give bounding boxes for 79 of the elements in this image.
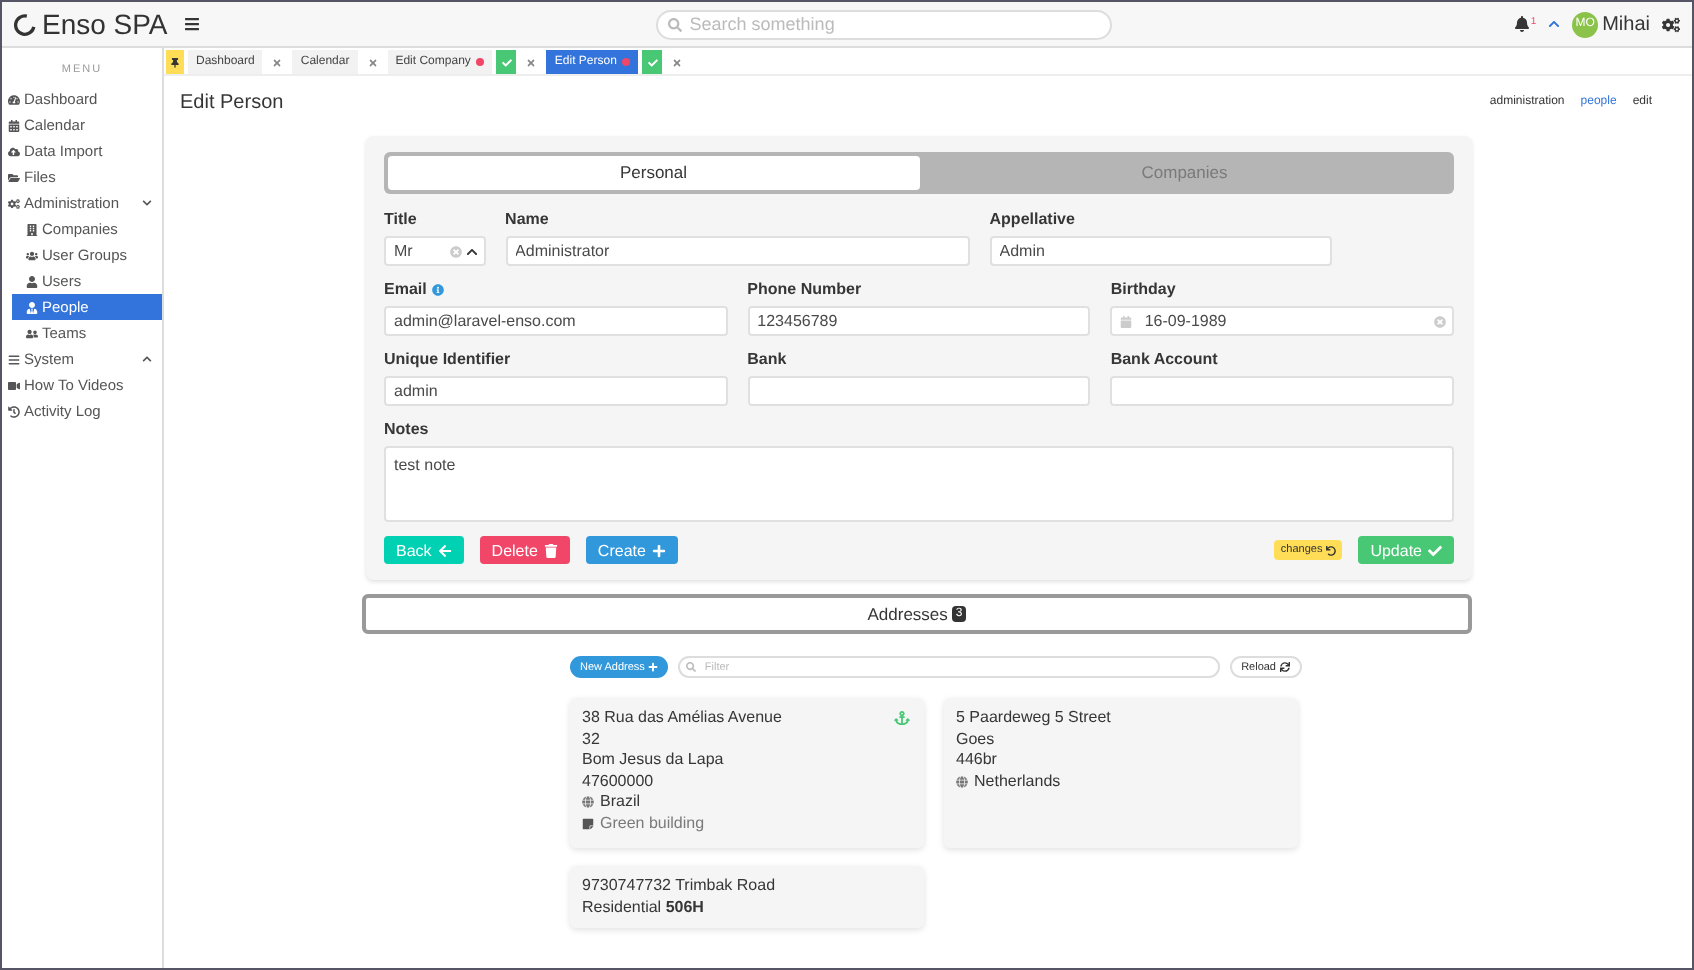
address-line: 32	[582, 729, 602, 750]
select-field[interactable]: Mr	[384, 236, 486, 266]
address-line: 38 Rua das Amélias Avenue	[582, 708, 784, 729]
input-field[interactable]: 123456789	[747, 306, 1091, 336]
menu-item-icon	[26, 327, 38, 339]
trash-icon	[543, 543, 558, 557]
menu-item-icon	[8, 119, 20, 131]
form-tab[interactable]: Personal	[388, 156, 919, 190]
menu-item-icon	[8, 379, 20, 391]
arrow-left-icon	[437, 543, 452, 557]
input-field[interactable]	[1110, 376, 1454, 406]
section-title: Addresses	[867, 604, 948, 624]
menu-item-icon	[8, 353, 20, 365]
check-icon	[647, 57, 658, 67]
menu-item-icon	[26, 249, 38, 261]
field-label: Name	[505, 210, 551, 228]
search-field[interactable]: Search something	[655, 9, 1112, 39]
field-label: Title	[384, 210, 419, 228]
address-line: Goes	[956, 729, 997, 750]
address-line: 47600000	[582, 771, 656, 792]
field-label: Bank Account	[1110, 350, 1220, 368]
field-label: Unique Identifier	[384, 350, 513, 368]
menu-icon[interactable]	[183, 16, 200, 32]
refresh-icon	[1280, 662, 1290, 672]
delete-button[interactable]: Delete	[479, 536, 570, 564]
menu-item-icon	[26, 301, 38, 313]
search-icon	[667, 17, 682, 31]
page-title: Edit Person	[180, 91, 284, 113]
menu-item-icon	[8, 93, 20, 105]
address-type-line: Residential 506H	[582, 897, 706, 918]
address-line: 5 Paardeweg 5 Street	[956, 708, 1113, 729]
field-label: Bank	[747, 350, 789, 368]
input-field[interactable]	[747, 376, 1091, 406]
close-icon[interactable]	[272, 57, 283, 67]
note-icon	[582, 817, 594, 830]
save-tab-button[interactable]	[642, 50, 663, 74]
globe-icon	[956, 775, 968, 788]
check-icon	[501, 57, 512, 67]
menu-item-icon	[8, 405, 20, 417]
field-label: Appellative	[989, 210, 1077, 228]
save-tab-button[interactable]	[496, 50, 517, 74]
menu-item-icon	[26, 275, 38, 287]
address-note: Green building	[600, 813, 705, 834]
country: Brazil	[600, 792, 641, 813]
field-label: Phone Number	[747, 280, 864, 298]
menu-item-icon	[26, 223, 38, 235]
date-field[interactable]: 16-09-1989	[1110, 306, 1454, 336]
notes-field[interactable]: test note	[384, 446, 1454, 522]
menu-item-icon	[8, 171, 20, 183]
menu-item-icon	[8, 145, 20, 157]
plus-icon	[648, 662, 659, 672]
plus-icon	[651, 543, 666, 557]
close-icon[interactable]	[672, 57, 683, 67]
input-field[interactable]: admin@laravel-enso.com	[384, 306, 728, 336]
chevron-up-icon	[465, 245, 478, 257]
logo-icon	[14, 13, 36, 35]
app-title: Enso SPA	[14, 8, 168, 40]
field-label: Birthday	[1110, 280, 1178, 298]
globe-icon	[582, 796, 594, 809]
close-icon[interactable]	[367, 57, 378, 67]
settings-icon[interactable]	[1662, 15, 1680, 33]
address-line: 446br	[956, 750, 999, 771]
input-field[interactable]: admin	[384, 376, 728, 406]
address-line: Bom Jesus da Lapa	[582, 750, 726, 771]
field-label: Notes	[384, 420, 431, 438]
undo-icon	[1326, 545, 1337, 555]
pin-icon	[170, 57, 180, 67]
calendar-icon	[1120, 315, 1133, 327]
chevron-up-icon[interactable]	[1548, 18, 1561, 30]
search-icon	[686, 662, 697, 672]
field-label: Email	[384, 280, 427, 298]
input-field[interactable]: Admin	[989, 236, 1333, 266]
country: Netherlands	[974, 771, 1061, 792]
pin-button[interactable]	[166, 50, 184, 74]
close-icon[interactable]	[526, 57, 537, 67]
check-icon	[1428, 543, 1442, 557]
input-field[interactable]: Administrator	[505, 236, 970, 266]
menu-item-icon	[8, 197, 20, 209]
address-line: 9730747732 Trimbak Road	[582, 876, 778, 897]
